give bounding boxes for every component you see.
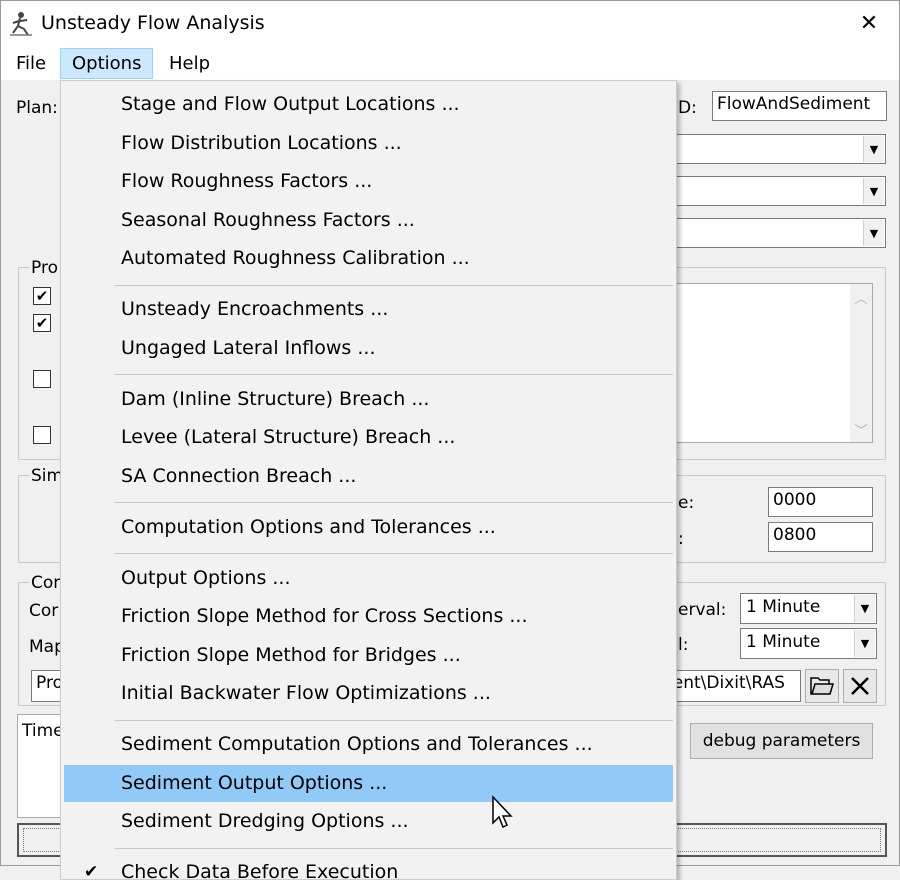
menu-item-check-data[interactable]: ✔ Check Data Before Execution [64,854,673,880]
open-folder-button[interactable] [805,669,839,703]
menu-separator [115,553,673,554]
menu-item-initial-backwater[interactable]: Initial Backwater Flow Optimizations ... [64,675,673,712]
folder-open-icon [810,677,835,695]
program-list-scrollbar[interactable]: ︿ ﹀ [850,284,872,442]
menu-item-sediment-dredging[interactable]: Sediment Dredging Options ... [64,803,673,840]
log-text-area[interactable]: Time [17,714,64,818]
title-bar: Unsteady Flow Analysis ✕ [1,1,899,46]
detailed-interval-select[interactable]: 1 Minute ▼ [740,628,877,659]
menu-separator [115,285,673,286]
menu-separator [115,720,673,721]
clear-path-button[interactable] [843,669,877,703]
short-id-input[interactable]: FlowAndSediment [712,91,887,121]
chevron-down-icon: ▼ [863,178,884,204]
dss-path-field[interactable]: nent\Dixit\RAS [661,670,801,702]
window-title: Unsteady Flow Analysis [41,12,265,34]
program-checkbox-2[interactable]: ✔ [33,314,51,332]
chevron-down-icon: ▼ [854,630,875,657]
ending-time-input[interactable]: 0800 [768,522,873,552]
menu-item-check-data-label: Check Data Before Execution [121,861,399,880]
geometry-file-select[interactable]: ▼ [661,134,886,164]
unsteady-flow-window: Unsteady Flow Analysis ✕ File Options He… [0,0,900,880]
hydrograph-interval-label: erval: [678,600,727,620]
menu-file[interactable]: File [5,48,57,79]
menu-options[interactable]: Options [60,48,154,79]
sediment-file-select[interactable]: ▼ [661,218,886,248]
log-time-label: Time [22,721,64,741]
debug-parameters-button[interactable]: debug parameters [690,723,873,759]
options-dropdown-menu: Stage and Flow Output Locations ... Flow… [60,80,677,880]
starting-time-input[interactable]: 0000 [768,487,873,517]
scroll-up-icon[interactable]: ︿ [850,286,872,308]
close-button[interactable]: ✕ [839,1,899,46]
program-checkbox-3[interactable] [33,370,51,388]
scroll-down-icon[interactable]: ﹀ [850,418,872,440]
close-icon [851,677,869,695]
menu-item-output-options[interactable]: Output Options ... [64,560,673,597]
menu-item-sa-connection-breach[interactable]: SA Connection Breach ... [64,458,673,495]
chevron-down-icon: ▼ [863,220,884,246]
flow-file-select[interactable]: ▼ [661,176,886,206]
chevron-down-icon: ▼ [854,595,875,622]
menu-item-flow-roughness[interactable]: Flow Roughness Factors ... [64,163,673,200]
checkmark-icon: ✔ [84,862,99,880]
menu-item-levee-breach[interactable]: Levee (Lateral Structure) Breach ... [64,419,673,456]
hydrograph-interval-value: 1 Minute [746,597,821,617]
program-checkbox-1[interactable]: ✔ [33,287,51,305]
menu-item-ungaged-lateral[interactable]: Ungaged Lateral Inflows ... [64,330,673,367]
menu-item-friction-slope-bridges[interactable]: Friction Slope Method for Bridges ... [64,637,673,674]
hydrograph-interval-select[interactable]: 1 Minute ▼ [740,593,877,624]
program-list[interactable]: ︿ ﹀ [661,283,873,443]
chevron-down-icon: ▼ [863,136,884,162]
menu-item-friction-slope-xs[interactable]: Friction Slope Method for Cross Sections… [64,598,673,635]
starting-time-label: e: [678,493,695,513]
menu-item-sediment-computation[interactable]: Sediment Computation Options and Toleran… [64,726,673,763]
programs-group-title: Pro [29,258,60,278]
close-icon: ✕ [859,11,879,36]
menu-item-seasonal-roughness[interactable]: Seasonal Roughness Factors ... [64,202,673,239]
menu-item-flow-distribution[interactable]: Flow Distribution Locations ... [64,125,673,162]
menu-item-computation-options[interactable]: Computation Options and Tolerances ... [64,509,673,546]
ending-time-label: : [678,529,684,549]
program-checkbox-4[interactable] [33,426,51,444]
runner-icon [10,12,32,36]
short-id-label: D: [678,98,697,118]
menu-item-dam-breach[interactable]: Dam (Inline Structure) Breach ... [64,381,673,418]
computation-group-title: Cor [29,573,63,593]
menu-item-automated-roughness[interactable]: Automated Roughness Calibration ... [64,240,673,277]
menu-item-sediment-output[interactable]: Sediment Output Options ... [64,765,673,802]
detailed-interval-value: 1 Minute [746,632,821,652]
plan-label: Plan: [16,98,58,118]
menu-help[interactable]: Help [158,48,221,79]
menu-bar: File Options Help [1,46,899,80]
menu-separator [115,848,673,849]
menu-separator [115,502,673,503]
menu-item-unsteady-encroachments[interactable]: Unsteady Encroachments ... [64,291,673,328]
menu-separator [115,374,673,375]
mouse-cursor-icon [492,795,513,829]
detailed-interval-label: l: [678,635,689,655]
computation-interval-label: Cor [29,601,59,621]
menu-item-stage-flow-output[interactable]: Stage and Flow Output Locations ... [64,86,673,123]
